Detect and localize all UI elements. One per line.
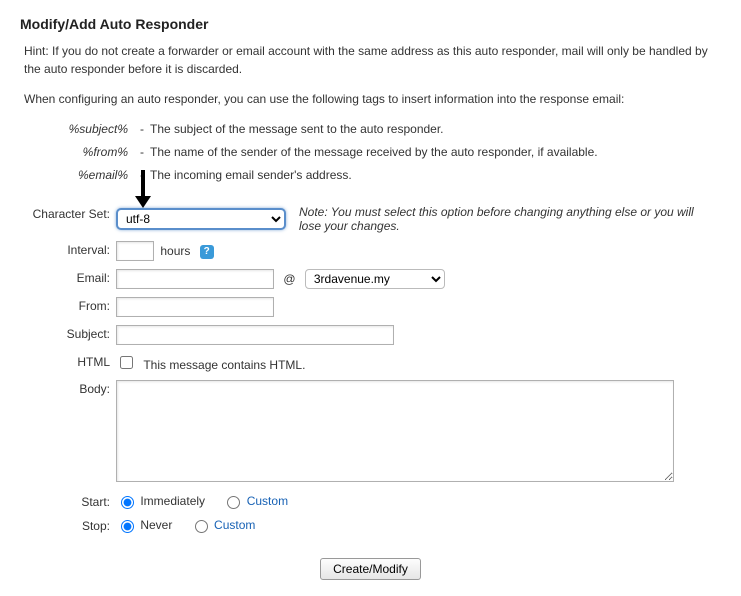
html-checkbox[interactable] (120, 356, 133, 369)
dash: - (134, 118, 150, 141)
label-body: Body: (24, 379, 111, 486)
label-from: From: (24, 296, 111, 318)
subject-input[interactable] (116, 325, 394, 345)
label-subject: Subject: (24, 324, 111, 346)
charset-select[interactable]: utf-8 (116, 208, 286, 230)
form-table: Character Set: utf-8 Note: You must sele… (20, 198, 721, 540)
tag-email-name: %email% (50, 164, 134, 187)
domain-select[interactable]: 3rdavenue.my (305, 269, 445, 289)
start-immediately-radio[interactable] (121, 496, 134, 509)
tag-email-desc: The incoming email sender's address. (150, 164, 352, 187)
info-text: When configuring an auto responder, you … (24, 90, 721, 108)
dash: - (134, 141, 150, 164)
tag-from-desc: The name of the sender of the message re… (150, 141, 598, 164)
arrow-down-icon (128, 168, 158, 210)
from-input[interactable] (116, 297, 274, 317)
tag-subject-name: %subject% (50, 118, 134, 141)
label-hours: hours (160, 244, 190, 258)
label-email: Email: (24, 268, 111, 290)
stop-custom-radio[interactable] (195, 520, 208, 533)
stop-never-radio[interactable] (121, 520, 134, 533)
label-interval: Interval: (24, 240, 111, 262)
tag-subject-desc: The subject of the message sent to the a… (150, 118, 444, 141)
start-immediately-label: Immediately (140, 494, 205, 508)
label-html: HTML (24, 352, 111, 373)
stop-custom-label: Custom (214, 518, 255, 532)
label-stop: Stop: (24, 516, 111, 534)
html-desc: This message contains HTML. (143, 358, 305, 372)
label-start: Start: (24, 492, 111, 510)
hint-text: Hint: If you do not create a forwarder o… (24, 42, 721, 78)
start-custom-radio[interactable] (227, 496, 240, 509)
email-input[interactable] (116, 269, 274, 289)
help-icon[interactable]: ? (200, 245, 214, 259)
tag-from-name: %from% (50, 141, 134, 164)
start-immediately-option[interactable]: Immediately (116, 494, 208, 508)
interval-input[interactable] (116, 241, 154, 261)
label-charset: Character Set: (24, 204, 111, 234)
at-symbol: @ (277, 272, 301, 286)
stop-never-option[interactable]: Never (116, 518, 176, 532)
stop-never-label: Never (140, 518, 172, 532)
body-textarea[interactable] (116, 380, 674, 482)
stop-custom-option[interactable]: Custom (190, 518, 256, 532)
create-modify-button[interactable]: Create/Modify (320, 558, 421, 580)
page-title: Modify/Add Auto Responder (20, 16, 721, 32)
start-custom-option[interactable]: Custom (222, 494, 288, 508)
charset-note: Note: You must select this option before… (291, 204, 717, 234)
start-custom-label: Custom (247, 494, 288, 508)
